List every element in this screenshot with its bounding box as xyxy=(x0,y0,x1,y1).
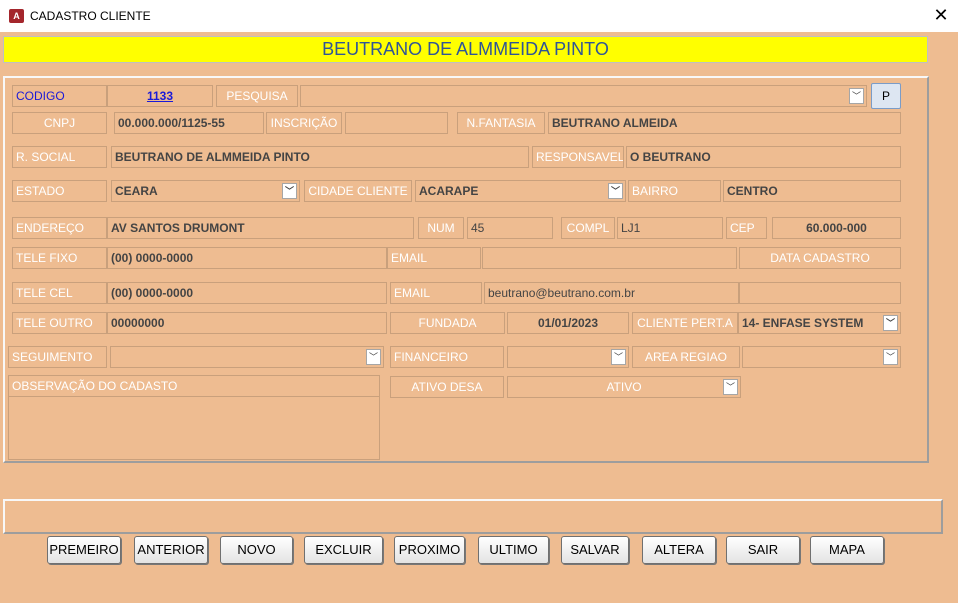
cidade-combo[interactable]: ACARAPE ﹀ xyxy=(415,180,626,202)
nfantasia-label: N.FANTASIA xyxy=(457,112,545,134)
ativo-value: ATIVO xyxy=(606,380,642,394)
endereco-label: ENDEREÇO xyxy=(12,217,107,239)
observacao-textarea[interactable] xyxy=(8,396,380,460)
altera-button[interactable]: ALTERA xyxy=(642,536,716,564)
email1-label: EMAIL xyxy=(387,247,481,269)
estado-label: ESTADO xyxy=(12,180,107,202)
estado-value: CEARA xyxy=(115,184,158,198)
nfantasia-field[interactable]: BEUTRANO ALMEIDA xyxy=(548,112,901,134)
telecel-label: TELE CEL xyxy=(12,282,107,304)
bairro-label: BAIRRO xyxy=(628,180,721,202)
seguimento-combo[interactable]: ﹀ xyxy=(110,346,384,368)
email2-field[interactable]: beutrano@beutrano.com.br xyxy=(484,282,739,304)
rsocial-label: R. SOCIAL xyxy=(12,146,107,168)
excluir-button[interactable]: EXCLUIR xyxy=(304,536,383,564)
cidade-value: ACARAPE xyxy=(419,184,479,198)
chevron-down-icon[interactable]: ﹀ xyxy=(366,349,381,365)
chevron-down-icon[interactable]: ﹀ xyxy=(883,349,898,365)
access-app-icon: A xyxy=(9,9,24,23)
num-label: NUM xyxy=(418,217,464,239)
responsavel-field[interactable]: O BEUTRANO xyxy=(626,146,901,168)
financeiro-combo[interactable]: ﹀ xyxy=(507,346,629,368)
teleoutro-label: TELE OUTRO xyxy=(12,312,107,334)
seguimento-label: SEGUIMENTO xyxy=(8,346,107,368)
chevron-down-icon[interactable]: ﹀ xyxy=(611,349,626,365)
num-field[interactable]: 45 xyxy=(467,217,553,239)
compl-label: COMPL xyxy=(561,217,615,239)
premeiro-button[interactable]: PREMEIRO xyxy=(47,536,121,564)
window-title: CADASTRO CLIENTE xyxy=(30,9,151,23)
pesquisa-combo[interactable]: ﹀ xyxy=(300,85,867,107)
email2-label: EMAIL xyxy=(390,282,482,304)
responsavel-label: RESPONSAVEL xyxy=(532,146,624,168)
rsocial-field[interactable]: BEUTRANO DE ALMMEIDA PINTO xyxy=(111,146,529,168)
email1-field[interactable] xyxy=(482,247,737,269)
fundada-field[interactable]: 01/01/2023 xyxy=(507,312,629,334)
pesquisa-label: PESQUISA xyxy=(216,85,298,107)
chevron-down-icon[interactable]: ﹀ xyxy=(849,88,864,104)
proximo-button[interactable]: PROXIMO xyxy=(394,536,465,564)
cidade-label: CIDADE CLIENTE xyxy=(304,180,412,202)
mapa-button[interactable]: MAPA xyxy=(810,536,884,564)
telecel-field[interactable]: (00) 0000-0000 xyxy=(107,282,387,304)
close-icon[interactable]: ✕ xyxy=(930,4,952,26)
area-regiao-combo[interactable]: ﹀ xyxy=(742,346,901,368)
anterior-button[interactable]: ANTERIOR xyxy=(134,536,208,564)
client-name-header: BEUTRANO DE ALMMEIDA PINTO xyxy=(3,36,928,63)
navigation-bar xyxy=(3,499,943,534)
estado-combo[interactable]: CEARA ﹀ xyxy=(111,180,300,202)
telefixo-field[interactable]: (00) 0000-0000 xyxy=(107,247,387,269)
cep-field[interactable]: 60.000-000 xyxy=(772,217,901,239)
fundada-label: FUNDADA xyxy=(390,312,505,334)
chevron-down-icon[interactable]: ﹀ xyxy=(282,183,297,199)
salvar-button[interactable]: SALVAR xyxy=(561,536,629,564)
chevron-down-icon[interactable]: ﹀ xyxy=(883,315,898,331)
cliente-pert-label: CLIENTE PERT.A xyxy=(632,312,738,334)
title-bar: A CADASTRO CLIENTE ✕ xyxy=(0,0,958,32)
ultimo-button[interactable]: ULTIMO xyxy=(478,536,549,564)
pesquisa-button[interactable]: P xyxy=(871,83,901,109)
area-regiao-label: AREA REGIAO xyxy=(632,346,740,368)
financeiro-label: FINANCEIRO xyxy=(390,346,504,368)
compl-field[interactable]: LJ1 xyxy=(617,217,723,239)
telefixo-label: TELE FIXO xyxy=(12,247,107,269)
endereco-field[interactable]: AV SANTOS DRUMONT xyxy=(107,217,414,239)
data-cadastro-field[interactable] xyxy=(739,282,901,304)
codigo-link[interactable]: 1133 xyxy=(107,85,213,107)
codigo-label: CODIGO xyxy=(12,85,107,107)
cnpj-label: CNPJ xyxy=(12,112,107,134)
sair-button[interactable]: SAIR xyxy=(726,536,800,564)
ativo-label: ATIVO DESA xyxy=(390,376,504,398)
inscricao-field[interactable] xyxy=(345,112,448,134)
cliente-pert-combo[interactable]: 14- ENFASE SYSTEM ﹀ xyxy=(738,312,901,334)
chevron-down-icon[interactable]: ﹀ xyxy=(608,183,623,199)
inscricao-label: INSCRIÇÃO xyxy=(266,112,342,134)
cliente-pert-value: 14- ENFASE SYSTEM xyxy=(742,316,864,330)
ativo-combo[interactable]: ATIVO ﹀ xyxy=(507,376,741,398)
teleoutro-field[interactable]: 00000000 xyxy=(107,312,387,334)
novo-button[interactable]: NOVO xyxy=(220,536,293,564)
observacao-label: OBSERVAÇÃO DO CADASTO xyxy=(8,375,380,397)
cep-label: CEP xyxy=(726,217,767,239)
cnpj-field[interactable]: 00.000.000/1125-55 xyxy=(114,112,264,134)
bairro-field[interactable]: CENTRO xyxy=(723,180,901,202)
chevron-down-icon[interactable]: ﹀ xyxy=(723,379,738,395)
data-cadastro-label: DATA CADASTRO xyxy=(739,247,901,269)
